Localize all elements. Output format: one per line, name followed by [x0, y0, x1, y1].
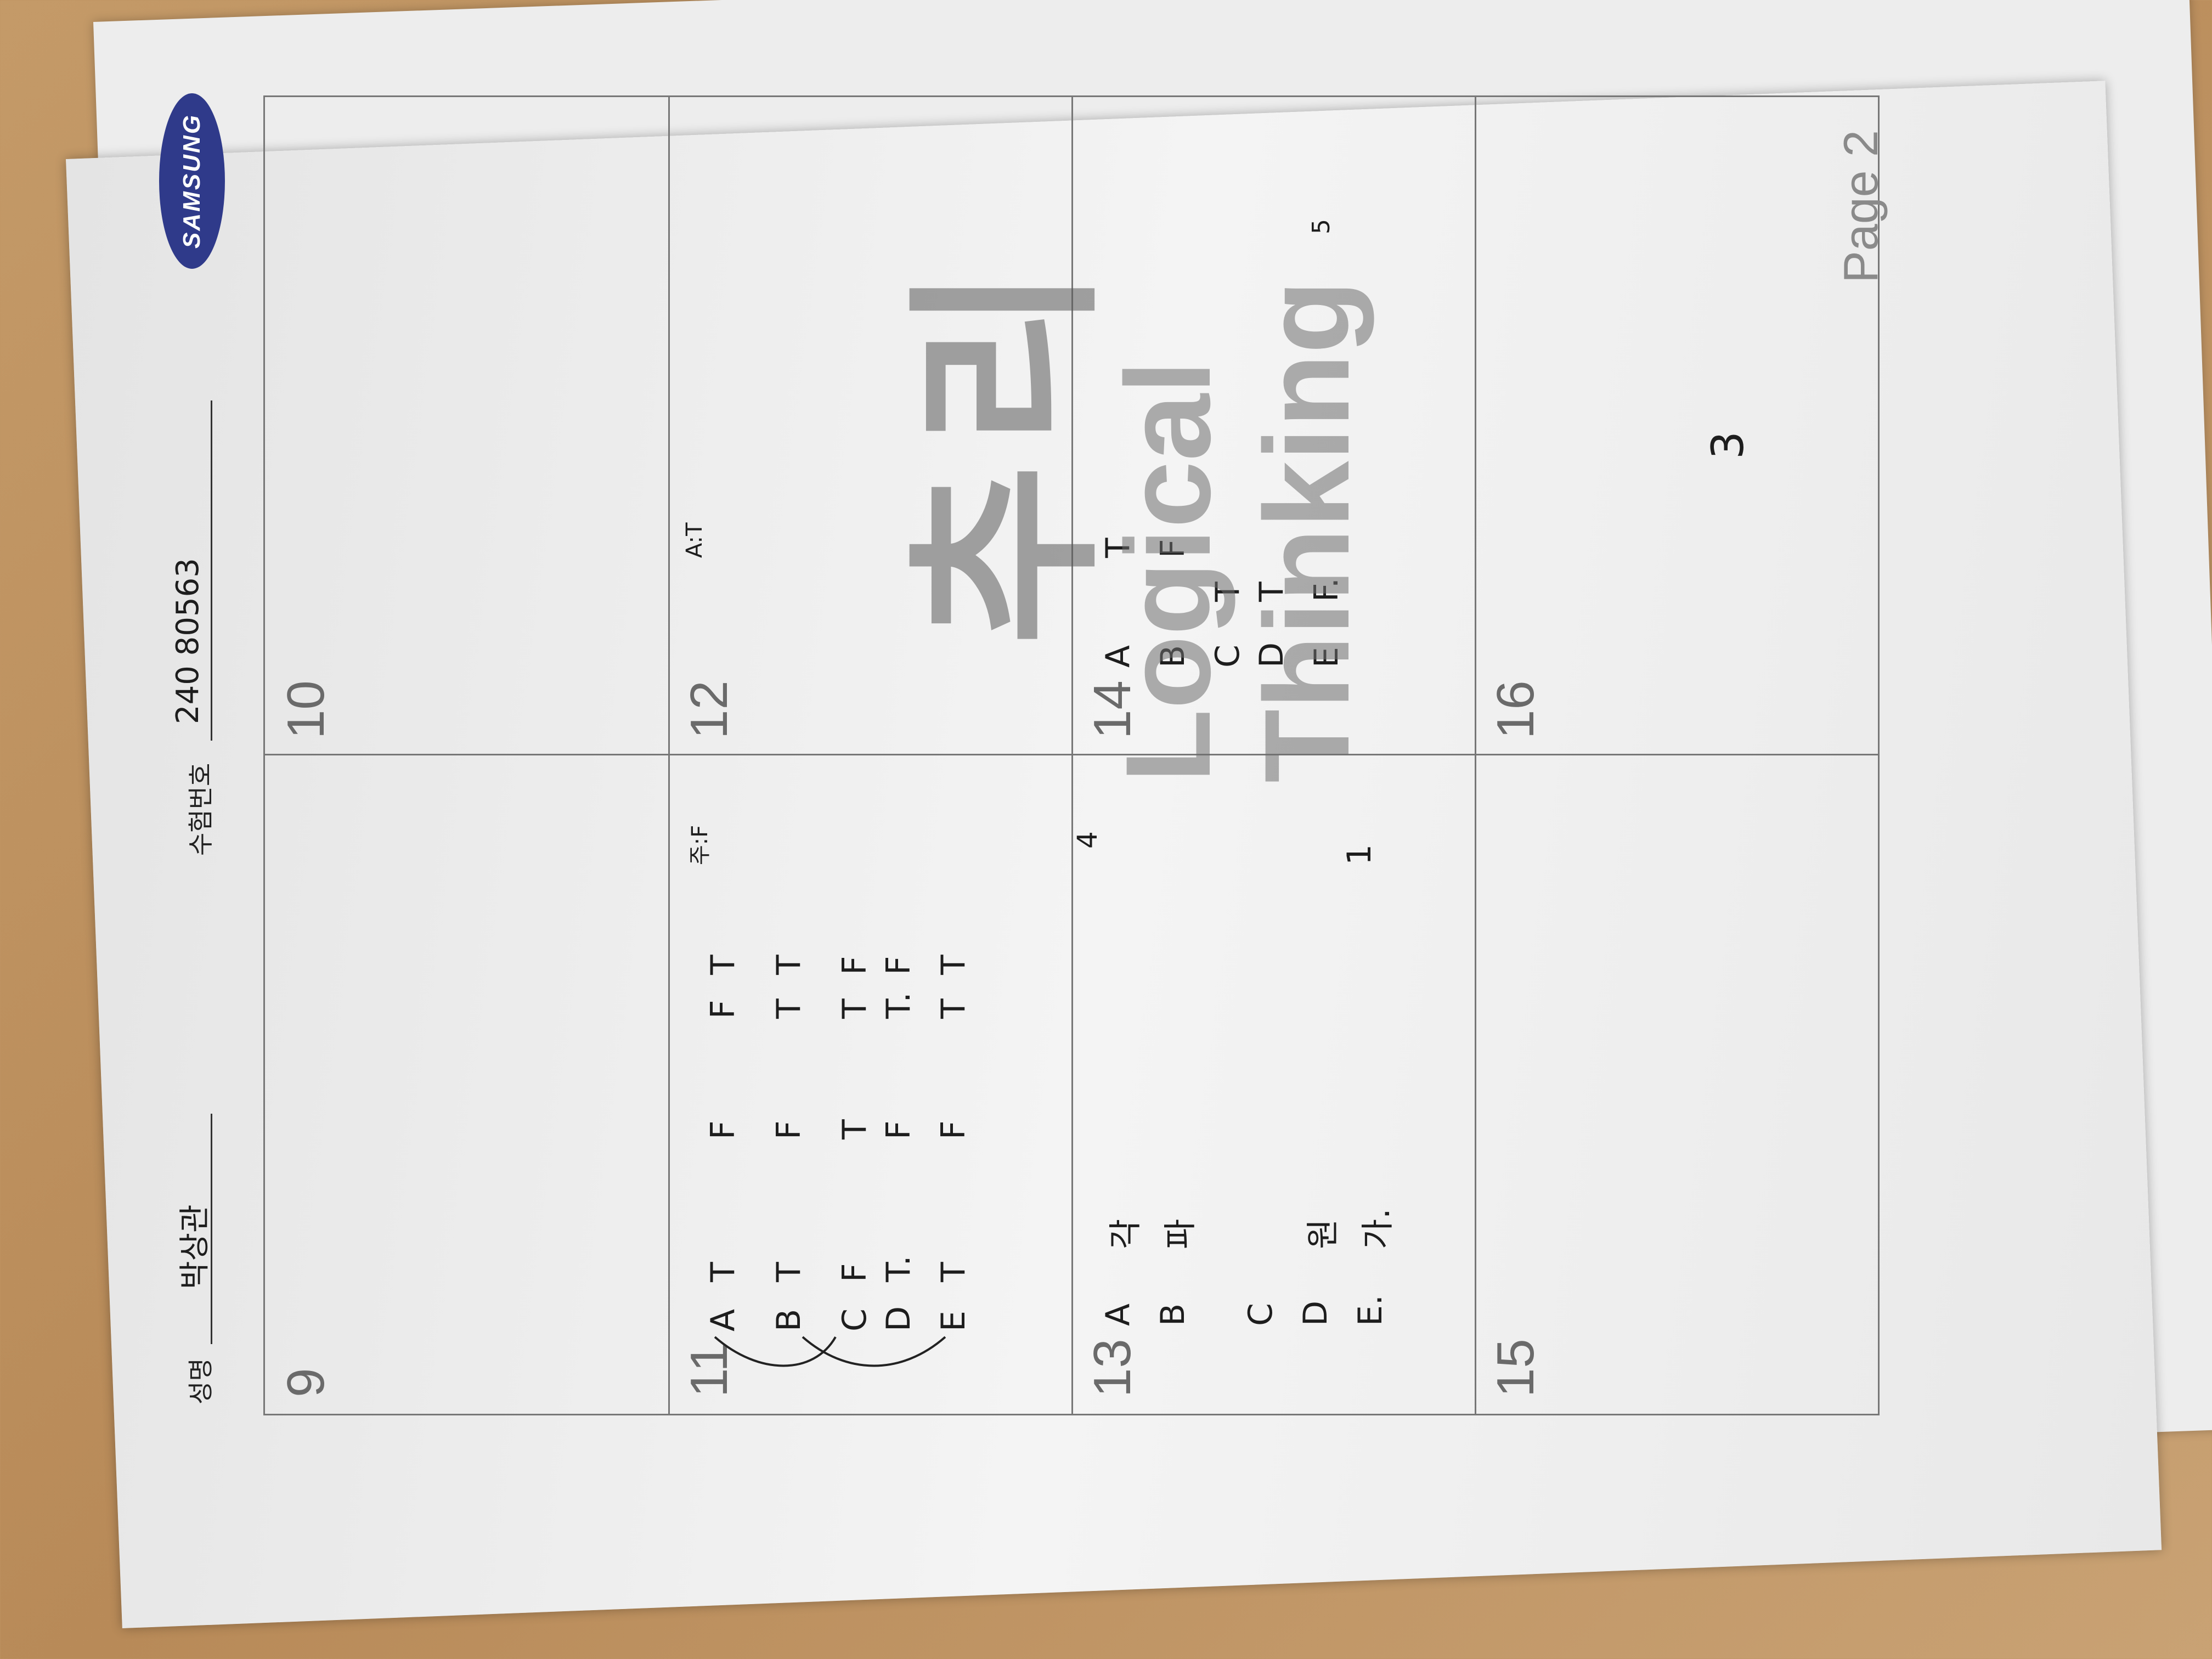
grid-divider-3	[1475, 97, 1476, 1414]
q13-cell: 원	[1304, 1218, 1342, 1249]
q11-cell: T	[934, 998, 973, 1019]
question-number-12: 12	[680, 680, 738, 739]
grid-divider-1	[668, 97, 670, 1414]
q11-cell: F	[879, 1120, 918, 1139]
q11-cell: T	[934, 955, 973, 975]
question-number-13: 13	[1083, 1339, 1142, 1397]
q13-cell: E.	[1351, 1295, 1390, 1326]
q11-cell: F	[836, 1263, 874, 1282]
handwritten-mark: 4	[1071, 831, 1103, 849]
exam-number-value: 240 80563	[170, 558, 206, 724]
exam-number-label: 수험번호	[187, 763, 215, 856]
question-number-16: 16	[1486, 680, 1545, 739]
exam-number-underline	[211, 400, 212, 741]
watermark-english: Logical Thinking	[1101, 280, 1374, 783]
q13-cell: C	[1242, 1303, 1280, 1326]
q11-cell: T	[704, 1262, 742, 1282]
name-label: 성명	[187, 1358, 215, 1404]
q11-cell: T	[770, 998, 808, 1019]
question-number-10: 10	[276, 680, 335, 739]
q11-cell: F	[836, 956, 874, 975]
q11-note-b: 주:F	[687, 825, 713, 865]
q13-cell: B	[1154, 1303, 1192, 1326]
question-number-9: 9	[276, 1368, 335, 1397]
q11-cell: T	[934, 1262, 973, 1282]
sheet-header: 성명 박상관 수험번호 240 80563 SAMSUNG	[154, 71, 225, 1415]
q13-cell: 각	[1107, 1218, 1145, 1249]
q13-cell: D	[1296, 1300, 1335, 1326]
q13-cell: 가.	[1359, 1208, 1397, 1249]
watermark-korean: 추리	[898, 249, 1118, 646]
q11-cell: T.	[879, 992, 918, 1019]
q13-cell: A	[1099, 1303, 1137, 1326]
q11-cell: T	[770, 1262, 808, 1282]
q11-arrows	[714, 1336, 946, 1367]
q13-answer: 1	[1340, 844, 1379, 865]
q13-cell: 파	[1161, 1218, 1200, 1249]
answer-sheet-content: 성명 박상관 수험번호 240 80563 SAMSUNG 9 10 11 12…	[154, 71, 1920, 1415]
q11-cell: F	[934, 1120, 973, 1139]
q11-cell: T	[770, 955, 808, 975]
page-number: Page 2	[1833, 130, 1888, 283]
name-value: 박상관	[177, 1204, 213, 1289]
q11-cell: T	[704, 955, 742, 975]
q11-cell: T.	[879, 1255, 918, 1282]
q11-cell: T	[836, 998, 874, 1019]
q11-note-a: A:T	[682, 522, 707, 558]
q11-cell: F	[704, 1120, 742, 1139]
answer-grid: 9 10 11 12 13 14 15 16 A:T 주:F A T F F T…	[263, 95, 1888, 1415]
q11-cell: F	[770, 1120, 808, 1139]
q11-cell: F	[704, 1000, 742, 1019]
samsung-logo: SAMSUNG	[159, 93, 225, 269]
question-number-15: 15	[1486, 1339, 1545, 1397]
q16-answer: 3	[1702, 431, 1753, 459]
q11-cell: T	[836, 1119, 874, 1139]
q11-cell: F	[879, 956, 918, 975]
